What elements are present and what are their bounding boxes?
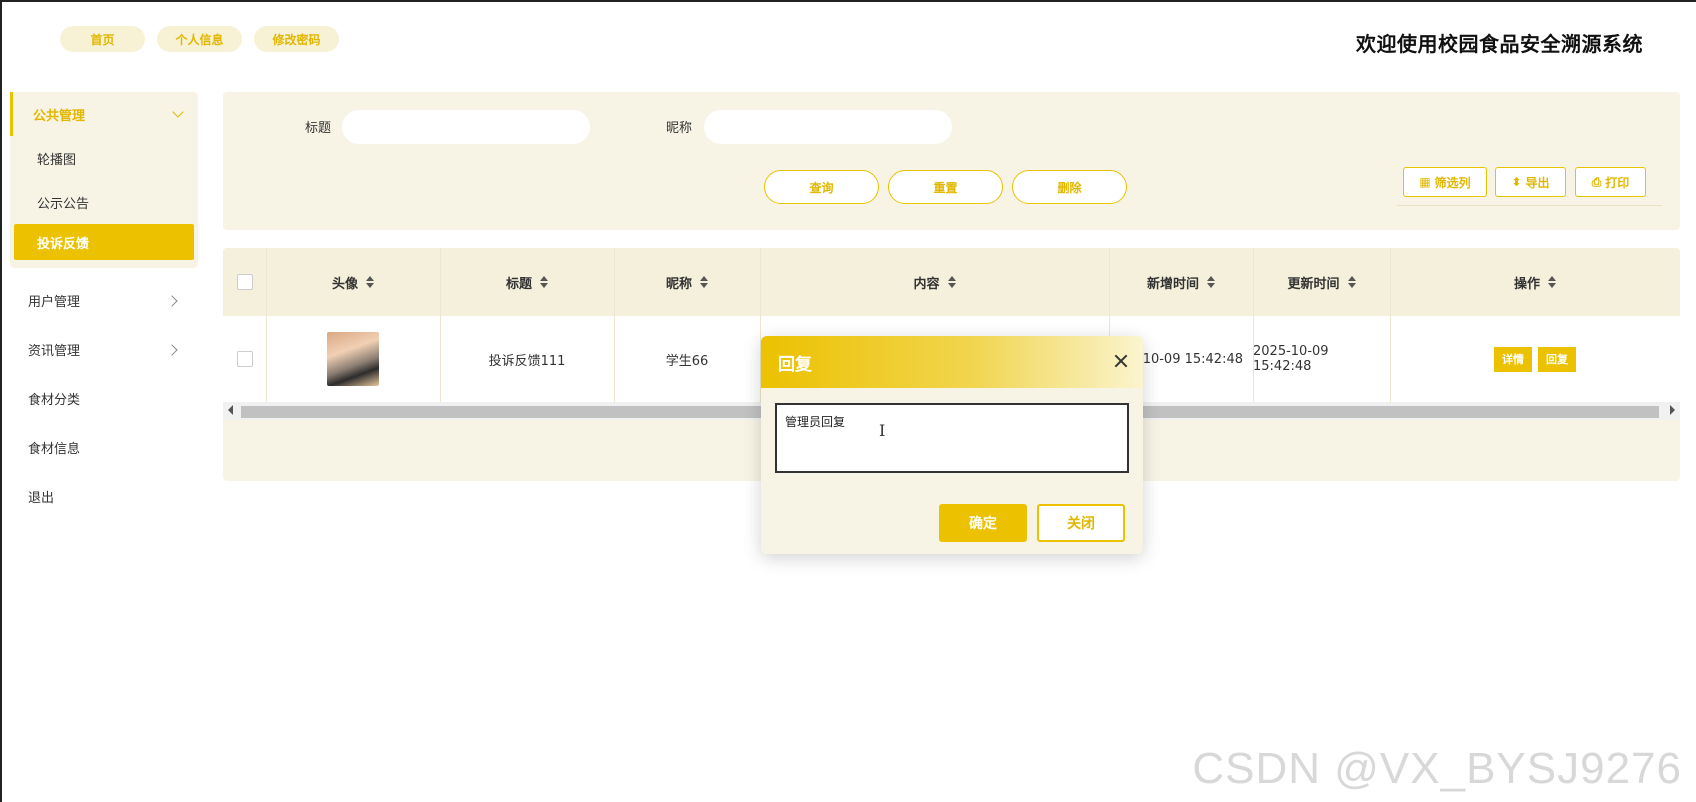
header-avatar[interactable]: 头像 bbox=[266, 248, 440, 316]
sort-icon bbox=[700, 276, 708, 288]
header-label: 新增时间 bbox=[1146, 276, 1199, 292]
sidebar: 公共管理 轮播图 公示公告 投诉反馈 用户管理 资讯管理 食材分类 食材信息 退… bbox=[10, 92, 198, 521]
sidebar-group-header[interactable]: 公共管理 bbox=[10, 92, 198, 136]
export-button[interactable]: ⬍ 导出 bbox=[1495, 167, 1566, 197]
nickname-label: 昵称 bbox=[666, 121, 693, 136]
avatar-cell bbox=[266, 316, 440, 402]
sidebar-item-label: 用户管理 bbox=[28, 295, 81, 310]
title-input[interactable] bbox=[342, 110, 590, 144]
scroll-left-icon[interactable] bbox=[228, 405, 233, 415]
sidebar-item-label: 食材分类 bbox=[28, 393, 81, 408]
nav-profile[interactable]: 个人信息 bbox=[157, 26, 242, 52]
close-icon[interactable] bbox=[1113, 353, 1129, 369]
sort-icon bbox=[366, 276, 374, 288]
confirm-button[interactable]: 确定 bbox=[939, 504, 1027, 542]
sort-icon bbox=[1548, 276, 1556, 288]
column-divider bbox=[1253, 248, 1254, 402]
print-button[interactable]: ⎙ 打印 bbox=[1575, 167, 1646, 197]
chevron-down-icon bbox=[172, 106, 184, 118]
header-content[interactable]: 内容 bbox=[760, 248, 1109, 316]
header-nickname[interactable]: 昵称 bbox=[614, 248, 760, 316]
search-panel: 标题 昵称 查询 重置 删除 ▦ 筛选列 ⬍ 导出 ⎙ 打印 bbox=[223, 92, 1680, 230]
header-actions[interactable]: 操作 bbox=[1390, 248, 1680, 316]
header-label: 内容 bbox=[913, 276, 940, 292]
header-label: 标题 bbox=[505, 276, 532, 292]
top-nav: 首页 个人信息 修改密码 bbox=[60, 26, 339, 52]
filter-columns-button[interactable]: ▦ 筛选列 bbox=[1403, 167, 1487, 197]
reset-button[interactable]: 重置 bbox=[888, 170, 1003, 204]
sidebar-item-carousel[interactable]: 轮播图 bbox=[10, 136, 198, 180]
export-icon: ⬍ bbox=[1511, 175, 1522, 189]
sidebar-item-label: 退出 bbox=[28, 491, 55, 506]
column-divider bbox=[614, 248, 615, 402]
title-label: 标题 bbox=[305, 121, 332, 136]
nickname-input[interactable] bbox=[704, 110, 952, 144]
sidebar-group-label: 公共管理 bbox=[33, 108, 86, 124]
sidebar-item-announcements[interactable]: 公示公告 bbox=[10, 180, 198, 224]
detail-button[interactable]: 详情 bbox=[1494, 346, 1532, 372]
close-button[interactable]: 关闭 bbox=[1037, 504, 1125, 542]
sort-icon bbox=[1347, 276, 1356, 288]
column-divider bbox=[266, 248, 267, 402]
sidebar-item-label: 食材信息 bbox=[28, 442, 81, 457]
header-label: 操作 bbox=[1513, 276, 1540, 292]
sidebar-item-users[interactable]: 用户管理 bbox=[10, 276, 198, 325]
row-checkbox[interactable] bbox=[236, 351, 253, 367]
select-all-checkbox[interactable] bbox=[236, 274, 253, 290]
sidebar-group-public: 公共管理 轮播图 公示公告 投诉反馈 bbox=[10, 92, 198, 268]
sort-icon bbox=[540, 276, 548, 288]
sidebar-item-label: 资讯管理 bbox=[28, 344, 81, 359]
columns-icon: ▦ bbox=[1419, 175, 1431, 189]
header-select-all[interactable] bbox=[223, 248, 266, 316]
reply-textarea[interactable]: 管理员回复 bbox=[775, 403, 1129, 473]
header-updated[interactable]: 更新时间 bbox=[1253, 248, 1390, 316]
watermark: CSDN @VX_BYSJ9276 bbox=[1192, 744, 1682, 793]
sidebar-item-food-category[interactable]: 食材分类 bbox=[10, 374, 198, 423]
scroll-right-icon[interactable] bbox=[1670, 405, 1675, 415]
dialog-title: 回复 bbox=[761, 336, 1143, 388]
export-label: 导出 bbox=[1525, 175, 1550, 190]
title-cell: 投诉反馈111 bbox=[488, 353, 566, 369]
sort-icon bbox=[947, 276, 956, 288]
sidebar-item-logout[interactable]: 退出 bbox=[10, 472, 198, 521]
sidebar-item-complaints[interactable]: 投诉反馈 bbox=[14, 224, 194, 260]
sidebar-item-food-info[interactable]: 食材信息 bbox=[10, 423, 198, 472]
toolbar-divider bbox=[1397, 205, 1662, 206]
actions-cell: 详情 回复 bbox=[1390, 316, 1680, 402]
reply-button[interactable]: 回复 bbox=[1538, 346, 1576, 372]
printer-icon: ⎙ bbox=[1591, 174, 1602, 189]
system-title: 欢迎使用校园食品安全溯源系统 bbox=[1356, 32, 1643, 56]
header-label: 更新时间 bbox=[1287, 276, 1340, 292]
chevron-right-icon bbox=[166, 294, 178, 307]
nav-home[interactable]: 首页 bbox=[60, 26, 145, 52]
header-label: 昵称 bbox=[665, 276, 692, 292]
avatar bbox=[327, 332, 379, 386]
column-divider bbox=[1390, 248, 1391, 402]
sort-icon bbox=[1207, 276, 1215, 288]
header-label: 头像 bbox=[331, 276, 358, 292]
delete-button[interactable]: 删除 bbox=[1012, 170, 1127, 204]
filter-columns-label: 筛选列 bbox=[1434, 175, 1471, 190]
header-created[interactable]: 新增时间 bbox=[1109, 248, 1253, 316]
column-divider bbox=[440, 248, 441, 402]
table-header: 头像 标题 昵称 内容 新增时间 更新时间 操作 bbox=[223, 248, 1680, 316]
text-cursor-icon: I bbox=[879, 421, 886, 440]
reply-dialog: 回复 管理员回复 I 确定 关闭 bbox=[761, 336, 1143, 554]
nav-change-password[interactable]: 修改密码 bbox=[254, 26, 339, 52]
nickname-cell: 学生66 bbox=[665, 353, 709, 369]
chevron-right-icon bbox=[166, 343, 178, 356]
updated-cell: 2025-10-09 15:42:48 bbox=[1253, 344, 1329, 374]
sidebar-item-news[interactable]: 资讯管理 bbox=[10, 325, 198, 374]
header-title[interactable]: 标题 bbox=[440, 248, 614, 316]
row-select-cell bbox=[223, 316, 266, 402]
query-button[interactable]: 查询 bbox=[764, 170, 879, 204]
print-label: 打印 bbox=[1605, 175, 1630, 190]
